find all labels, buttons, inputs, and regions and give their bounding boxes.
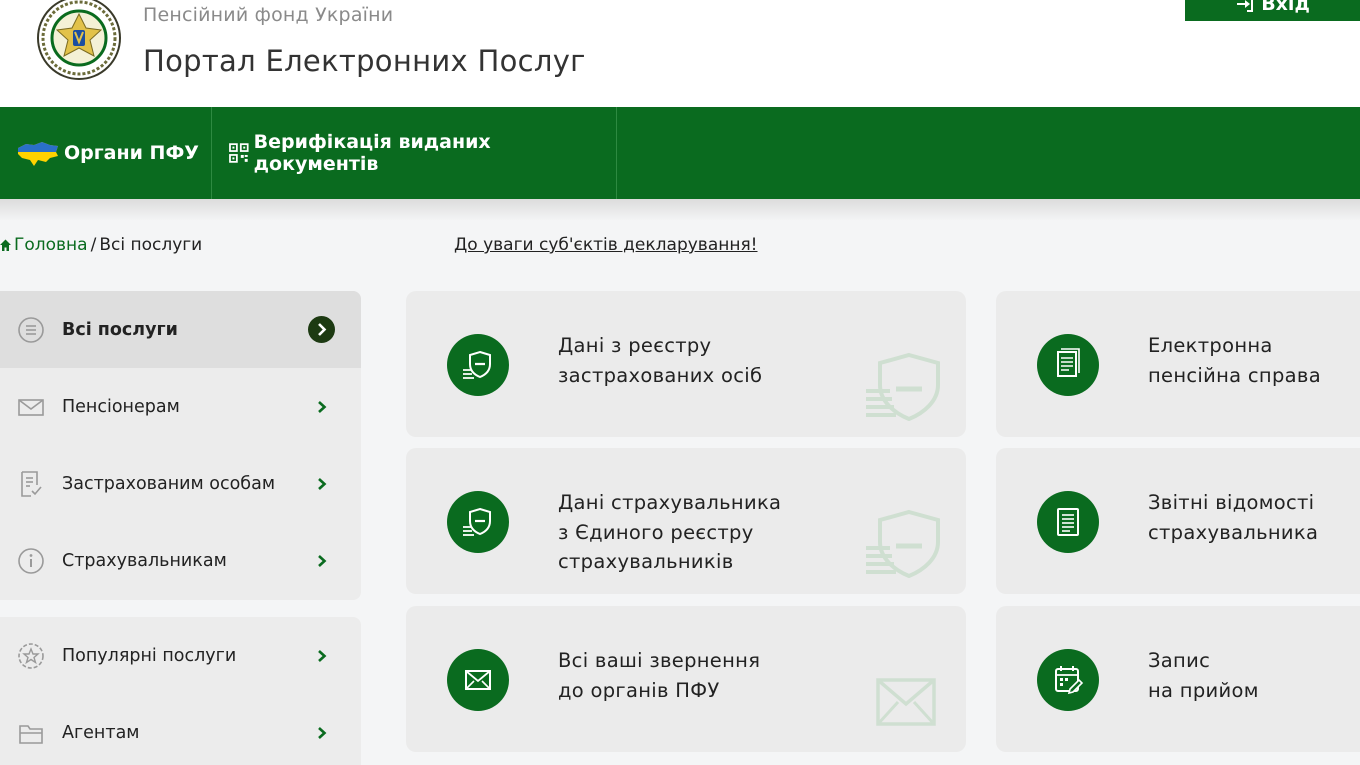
chevron-right-icon [318,726,327,739]
folder-icon [19,724,43,744]
sidebar-item-label: Страхувальникам [62,550,227,571]
main-navigation: Органи ПФУ Верифікація виданих документі… [0,107,1360,199]
sidebar-item-all-services[interactable]: Всі послуги [0,291,361,368]
sidebar-item-insured-persons[interactable]: Застрахованим особам [0,445,361,522]
sidebar-item-popular-services[interactable]: Популярні послуги [0,617,361,694]
envelope-icon [447,649,509,711]
sidebar-item-insurers[interactable]: Страхувальникам [0,522,361,599]
chevron-right-icon [318,649,327,662]
nav-shadow [0,199,1360,221]
breadcrumb: Головна / Всі послуги [0,235,202,255]
login-label: Вхід [1261,0,1310,15]
sidebar-item-label: Популярні послуги [62,645,237,666]
service-card-insurer-registry[interactable]: Дані страхувальника з Єдиного реєстру ст… [406,448,966,594]
declarants-notice-link[interactable]: До уваги суб'єктів декларування! [454,235,758,255]
breadcrumb-current: Всі послуги [99,235,203,255]
ukraine-map-icon [18,142,58,166]
document-check-icon [21,470,42,497]
login-button[interactable]: Вхід [1185,0,1360,21]
shield-coins-icon [866,352,940,421]
card-title: Звітні відомості страхувальника [1148,491,1319,544]
report-list-icon [1037,491,1099,553]
sidebar-item-label: Всі послуги [62,319,178,340]
portal-title[interactable]: Портал Електронних Послуг [143,44,586,78]
envelope-icon [18,398,44,416]
shield-coins-icon [447,491,509,553]
sidebar-item-label: Застрахованим особам [62,473,276,494]
qr-code-icon [229,143,249,163]
card-title: Дані з реєстру застрахованих осіб [558,334,763,387]
site-header: Пенсійний фонд України Портал Електронни… [0,0,1360,107]
breadcrumb-separator: / [90,235,97,255]
sidebar-item-label: Пенсіонерам [62,396,180,417]
nav-divider [616,107,617,199]
chevron-right-circle-icon [308,316,335,343]
sidebar-item-label: Агентам [62,722,140,743]
org-name: Пенсійний фонд України [143,4,394,26]
card-title: Запис на прийом [1148,649,1259,702]
shield-coins-icon [447,334,509,396]
document-stack-icon [1037,334,1099,396]
sign-in-icon [1237,0,1254,12]
chevron-right-icon [318,400,327,413]
info-icon [18,547,44,574]
card-title: Електронна пенсійна справа [1148,334,1321,387]
service-card-insured-registry[interactable]: Дані з реєстру застрахованих осіб [406,291,966,437]
sidebar-item-agents[interactable]: Агентам [0,694,361,765]
service-card-electronic-pension-file[interactable]: Електронна пенсійна справа [996,291,1360,437]
shield-coins-icon [866,509,940,578]
card-title: Всі ваші звернення до органів ПФУ [558,649,761,702]
breadcrumb-home-link[interactable]: Головна [14,235,88,255]
sidebar-item-pensioners[interactable]: Пенсіонерам [0,368,361,445]
service-card-appointment[interactable]: Запис на прийом [996,606,1360,752]
star-badge-icon [18,642,44,669]
calendar-edit-icon [1037,649,1099,711]
home-icon [0,239,11,251]
envelope-icon [876,678,936,726]
nav-item-pfu-offices[interactable]: Органи ПФУ [16,107,211,199]
service-card-appeals[interactable]: Всі ваші звернення до органів ПФУ [406,606,966,752]
sidebar-services-group: Всі послуги Пенсіонерам Застрахованим ос… [0,291,361,600]
chevron-right-icon [318,477,327,490]
nav-item-document-verification[interactable]: Верифікація виданих документів [212,107,616,199]
nav-item-label: Верифікація виданих документів [253,131,491,175]
list-icon [18,316,44,343]
nav-item-label: Органи ПФУ [64,142,199,164]
service-card-insurer-reports[interactable]: Звітні відомості страхувальника [996,448,1360,594]
sidebar-extra-group: Популярні послуги Агентам [0,617,361,765]
card-title: Дані страхувальника з Єдиного реєстру ст… [558,491,782,573]
chevron-right-icon [318,554,327,567]
pfu-logo[interactable] [34,0,124,82]
